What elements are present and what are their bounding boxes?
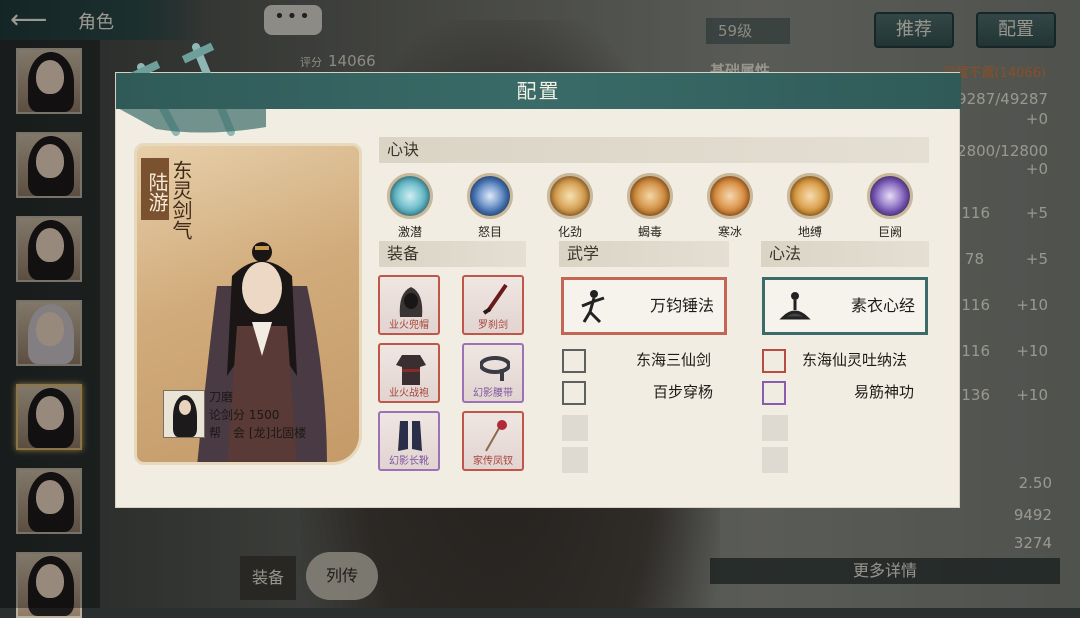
martial-minor-name: 东海三仙剑 — [636, 351, 712, 369]
equip-slot-body[interactable]: 业火战袍 — [378, 343, 440, 403]
belt-icon — [480, 356, 510, 381]
eye-icon — [467, 173, 513, 219]
robe-icon — [396, 355, 426, 385]
xinjue-label: 寒冰 — [717, 225, 742, 239]
xinjue-header: 心诀 — [379, 137, 929, 163]
xinfa-header: 心法 — [761, 241, 929, 267]
xinfa-minor-icon[interactable] — [762, 349, 786, 373]
equip-slot-weapon[interactable]: 罗刹剑 — [462, 275, 524, 335]
xinjue-slot[interactable]: 巨阙 — [860, 173, 920, 240]
xinjue-label: 巨阙 — [877, 225, 902, 239]
equip-label: 幻影腰带 — [473, 388, 513, 399]
martial-header: 武学 — [559, 241, 729, 267]
player-guild: 帮 会 [龙]北固楼 — [209, 424, 306, 441]
xinjue-label: 激潜 — [397, 225, 422, 239]
xinjue-slot[interactable]: 地缚 — [780, 173, 840, 240]
meditation-icon — [779, 292, 811, 320]
xinjue-label: 怒目 — [477, 225, 502, 239]
empty-slot[interactable] — [762, 415, 788, 441]
empty-slot[interactable] — [562, 415, 588, 441]
martial-minor-icon[interactable] — [562, 381, 586, 405]
equip-label: 家传凤钗 — [473, 456, 513, 467]
boots-icon — [398, 421, 422, 451]
guild-label: 帮 会 — [209, 426, 246, 440]
xinjue-slot[interactable]: 蝎毒 — [620, 173, 680, 240]
empty-slot[interactable] — [762, 447, 788, 473]
vortex-icon — [387, 173, 433, 219]
xinjue-slot[interactable]: 怒目 — [460, 173, 520, 240]
equip-slot-belt[interactable]: 幻影腰带 — [462, 343, 524, 403]
equip-slot-accessory[interactable]: 家传凤钗 — [462, 411, 524, 471]
martial-minor-name: 百步穿杨 — [653, 383, 714, 401]
equip-slot-feet[interactable]: 幻影长靴 — [378, 411, 440, 471]
spiral-icon — [787, 173, 833, 219]
martial-main-name: 万钧锤法 — [649, 296, 714, 315]
player-name: 刀磨 — [209, 390, 234, 404]
equipment-header: 装备 — [379, 241, 526, 267]
character-name: 陆游 — [141, 158, 169, 220]
martial-minor-icon[interactable] — [562, 349, 586, 373]
xinfa-minor-icon[interactable] — [762, 381, 786, 405]
character-info: 刀磨 论剑分 1500 帮 会 [龙]北固楼 — [163, 386, 359, 450]
player-avatar — [163, 390, 205, 438]
player-score: 论剑分 1500 — [209, 406, 279, 423]
xinfa-minor-name: 东海仙灵吐纳法 — [802, 351, 908, 369]
martial-main-slot[interactable]: 万钧锤法 — [561, 277, 727, 335]
scorpion-icon — [627, 173, 673, 219]
gate-icon — [867, 173, 913, 219]
snowflake-icon — [707, 173, 753, 219]
equip-label: 业火战袍 — [389, 388, 429, 399]
score-value: 1500 — [248, 408, 280, 422]
sword-icon — [482, 283, 508, 315]
xinjue-label: 蝎毒 — [637, 225, 662, 239]
hairpin-icon — [485, 420, 507, 452]
equip-label: 幻影长靴 — [389, 456, 429, 467]
character-card: 陆游 东灵剑气 刀磨 论剑分 1500 帮 会 [龙]北固楼 — [134, 143, 362, 465]
xinjue-slot[interactable]: 化劲 — [540, 173, 600, 240]
equip-label: 罗刹剑 — [478, 320, 508, 331]
xinfa-main-slot[interactable]: 素衣心经 — [762, 277, 928, 335]
guild-name: [龙]北固楼 — [248, 426, 307, 440]
xinjue-label: 地缚 — [797, 225, 822, 239]
hood-icon — [399, 287, 423, 317]
empty-slot[interactable] — [562, 447, 588, 473]
xinjue-slot[interactable]: 激潜 — [380, 173, 440, 240]
config-modal: 配置 陆游 东灵剑气 刀磨 论剑分 1500 帮 会 [龙]北固楼 心诀 激潜 … — [115, 42, 961, 508]
xinjue-label: 化劲 — [557, 225, 582, 239]
xinfa-main-name: 素衣心经 — [850, 296, 915, 315]
modal-title: 配置 — [516, 79, 561, 103]
equip-slot-head[interactable]: 业火兜帽 — [378, 275, 440, 335]
score-label: 论剑分 — [209, 408, 246, 422]
xinfa-minor-name: 易筋神功 — [854, 383, 915, 401]
martial-figure-icon — [581, 290, 605, 324]
xinjue-slot[interactable]: 寒冰 — [700, 173, 760, 240]
swirl-flame-icon — [547, 173, 593, 219]
equip-label: 业火兜帽 — [389, 320, 429, 331]
